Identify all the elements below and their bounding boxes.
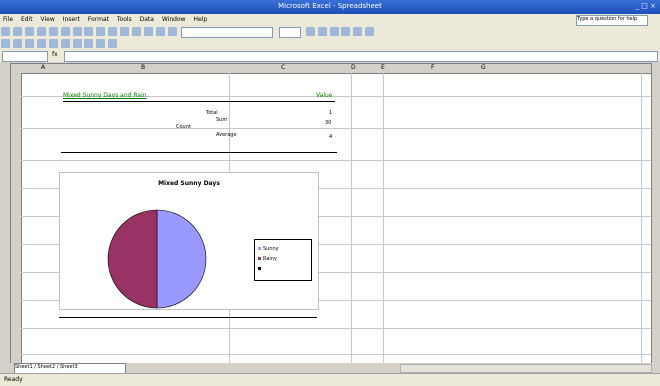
menu-tools[interactable]: Tools xyxy=(117,16,132,23)
column-headers: A B C D E F G xyxy=(11,64,651,74)
sum-icon[interactable] xyxy=(132,27,142,36)
save-icon[interactable] xyxy=(24,27,34,36)
font-color-icon[interactable] xyxy=(108,39,118,48)
sheet-link[interactable]: Mixed Sunny Days and Rain xyxy=(63,92,147,99)
formula-bar: fx xyxy=(0,50,660,62)
label-sum: Sum xyxy=(216,117,228,123)
col-g[interactable]: G xyxy=(481,64,486,71)
col-d[interactable]: D xyxy=(351,64,356,71)
pie-slice-1[interactable] xyxy=(107,209,158,309)
horizontal-scrollbar[interactable] xyxy=(400,364,652,373)
legend-item-rainy: Rainy xyxy=(258,256,277,262)
menu-file[interactable]: File xyxy=(3,16,13,23)
window-controls[interactable]: _ □ × xyxy=(636,2,656,10)
menu-insert[interactable]: Insert xyxy=(63,16,80,23)
undo-icon[interactable] xyxy=(108,27,118,36)
menu-help[interactable]: Help xyxy=(193,16,207,23)
col-e[interactable]: E xyxy=(381,64,385,71)
new-icon[interactable] xyxy=(1,27,10,36)
status-bar: Ready xyxy=(0,373,660,386)
sheet-tab-bar: Sheet1 / Sheet2 / Sheet3 xyxy=(0,363,660,374)
print-icon[interactable] xyxy=(36,27,46,36)
line-icon[interactable] xyxy=(24,39,34,48)
window-title: Microsoft Excel - Spreadsheet xyxy=(278,2,382,10)
arrow-icon[interactable] xyxy=(36,39,46,48)
label-average: Average xyxy=(216,132,237,138)
row-headers[interactable] xyxy=(11,73,22,364)
rect-icon[interactable] xyxy=(48,39,58,48)
col-f[interactable]: F xyxy=(431,64,434,71)
sort-desc-icon[interactable] xyxy=(155,27,165,36)
bold-icon[interactable] xyxy=(305,27,315,36)
spell-icon[interactable] xyxy=(60,27,70,36)
wordart-icon[interactable] xyxy=(84,39,94,48)
col-b[interactable]: B xyxy=(141,64,145,71)
sheet-link-value: Value xyxy=(316,92,333,99)
oval-icon[interactable] xyxy=(60,39,70,48)
align-right-icon[interactable] xyxy=(365,27,375,36)
preview-icon[interactable] xyxy=(48,27,58,36)
menu-data[interactable]: Data xyxy=(140,16,154,23)
label-total: Total xyxy=(206,110,218,116)
legend-item-sunny: Sunny xyxy=(258,246,279,252)
font-select[interactable] xyxy=(180,27,273,38)
cut-icon[interactable] xyxy=(72,27,82,36)
pie-chart[interactable]: Mixed Sunny Days Sunny Rainy xyxy=(59,172,319,310)
copy-icon[interactable] xyxy=(84,27,94,36)
open-icon[interactable] xyxy=(12,27,22,36)
value-1: 1 xyxy=(329,110,333,116)
pie-slice-0[interactable] xyxy=(156,209,207,309)
italic-icon[interactable] xyxy=(317,27,327,36)
redo-icon[interactable] xyxy=(120,27,130,36)
status-text: Ready xyxy=(4,376,23,383)
sort-asc-icon[interactable] xyxy=(144,27,154,36)
align-center-icon[interactable] xyxy=(353,27,363,36)
menu-view[interactable]: View xyxy=(41,16,55,23)
legend-item-other xyxy=(258,266,263,272)
col-a[interactable]: A xyxy=(41,64,45,71)
underline-icon[interactable] xyxy=(329,27,339,36)
help-search-input[interactable]: Type a question for help xyxy=(576,15,648,26)
value-3: 4 xyxy=(329,134,333,140)
align-left-icon[interactable] xyxy=(341,27,351,36)
shape-icon[interactable] xyxy=(12,39,22,48)
title-bar: Microsoft Excel - Spreadsheet _ □ × xyxy=(0,0,660,14)
worksheet-grid[interactable]: A B C D E F G Mixed Sunny Days and Rain … xyxy=(10,63,652,365)
fill-color-icon[interactable] xyxy=(96,39,106,48)
paste-icon[interactable] xyxy=(96,27,106,36)
fx-label[interactable]: fx xyxy=(52,51,58,58)
menu-format[interactable]: Format xyxy=(88,16,109,23)
menu-edit[interactable]: Edit xyxy=(21,16,33,23)
formula-input[interactable] xyxy=(64,51,658,62)
chart-icon[interactable] xyxy=(167,27,177,36)
chart-legend: Sunny Rainy xyxy=(254,239,312,281)
name-box[interactable] xyxy=(2,51,48,62)
col-c[interactable]: C xyxy=(281,64,285,71)
font-size-select[interactable] xyxy=(278,27,301,38)
value-2: 30 xyxy=(325,120,332,126)
draw-icon[interactable] xyxy=(1,39,10,48)
label-count: Count xyxy=(176,124,191,130)
menu-window[interactable]: Window xyxy=(162,16,186,23)
menu-bar: File Edit View Insert Format Tools Data … xyxy=(0,14,660,26)
textbox-icon[interactable] xyxy=(72,39,82,48)
formatting-toolbar xyxy=(0,38,660,50)
standard-toolbar xyxy=(0,26,660,38)
